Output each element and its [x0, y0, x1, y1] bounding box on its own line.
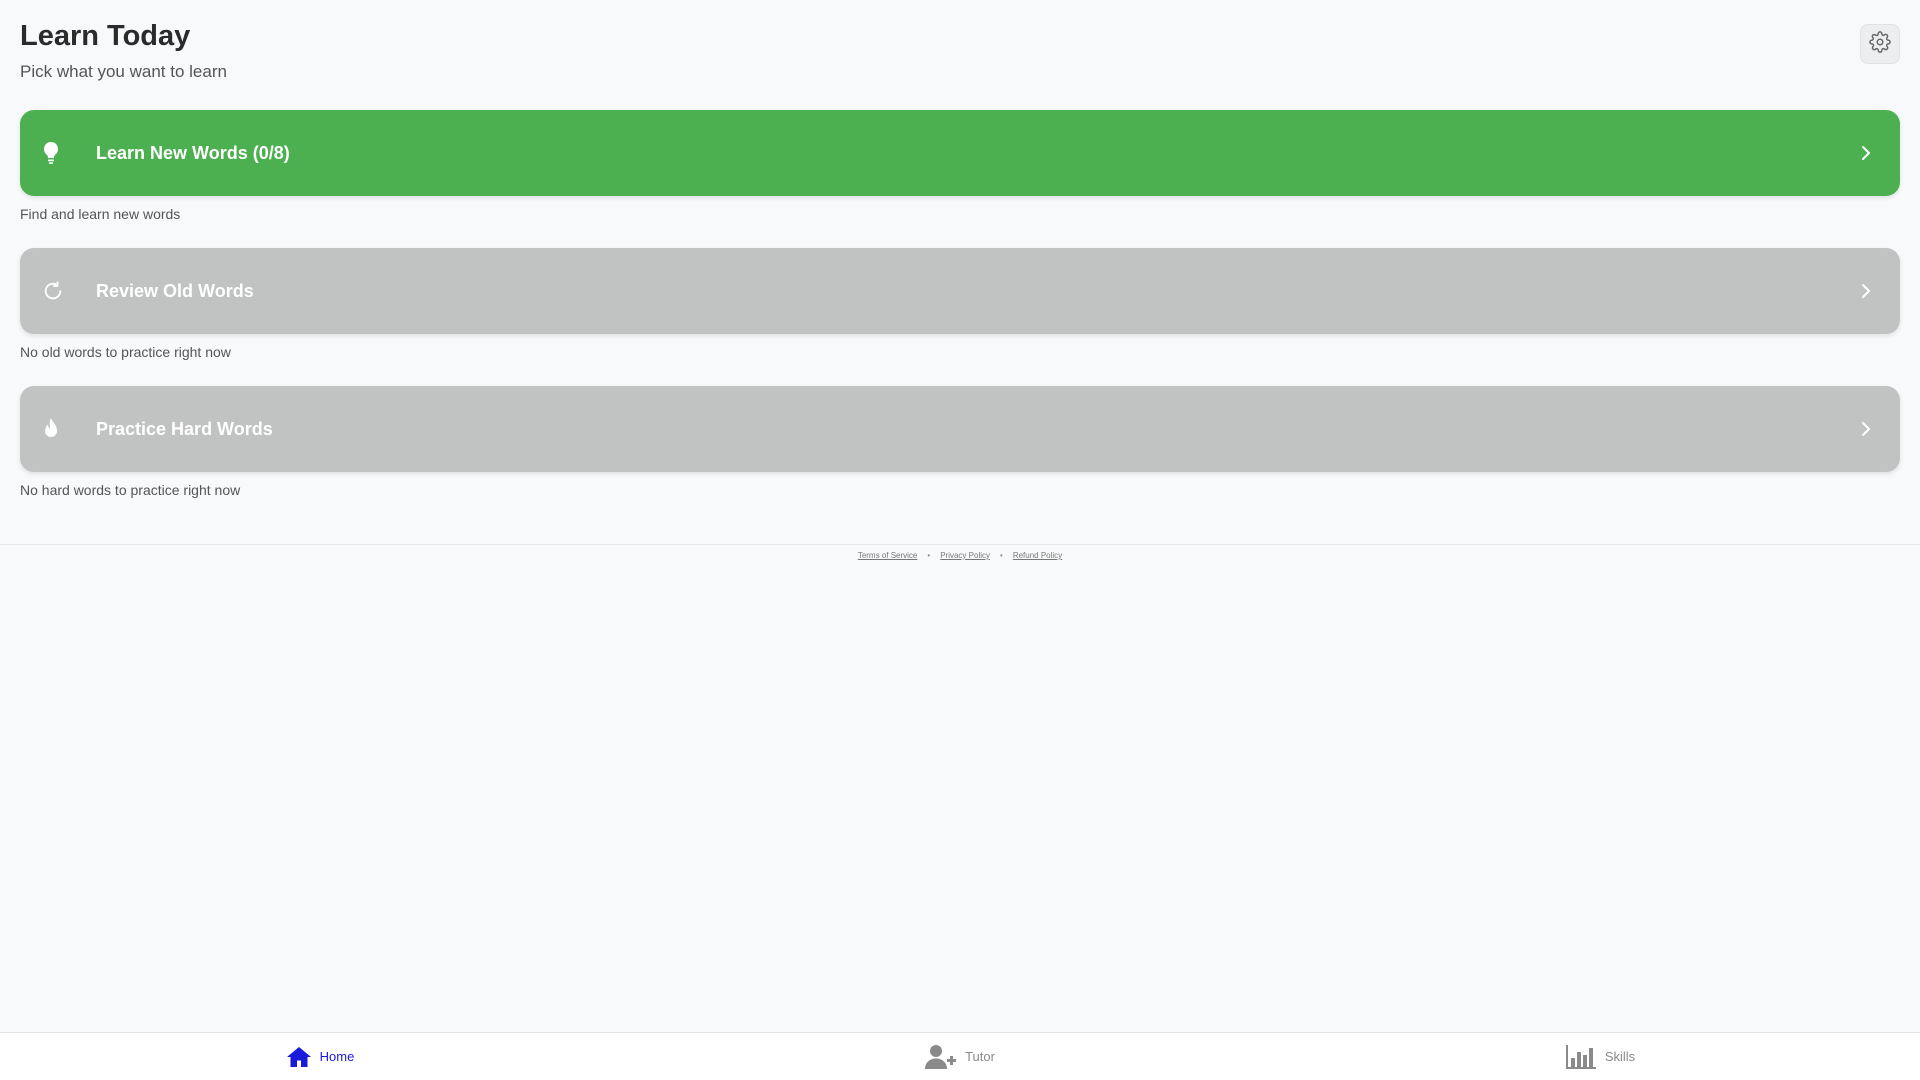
- flame-icon: [42, 417, 82, 441]
- footer-divider: [0, 544, 1920, 545]
- nav-skills[interactable]: Skills: [1280, 1033, 1920, 1080]
- bottom-nav: Home Tutor Skills: [0, 1032, 1920, 1080]
- refund-policy-link[interactable]: Refund Policy: [1013, 551, 1062, 560]
- refresh-icon: [42, 280, 82, 302]
- footer-links: Terms of Service • Privacy Policy • Refu…: [0, 551, 1920, 560]
- nav-label: Tutor: [965, 1049, 995, 1064]
- practice-hard-words-button[interactable]: Practice Hard Words: [20, 386, 1900, 472]
- nav-label: Home: [319, 1049, 355, 1064]
- gear-icon: [1869, 30, 1891, 58]
- home-icon: [286, 1046, 312, 1068]
- privacy-policy-link[interactable]: Privacy Policy: [940, 551, 990, 560]
- page-header: Learn Today Pick what you want to learn: [20, 18, 1900, 88]
- card-block-practice-hard: Practice Hard Words No hard words to pra…: [20, 386, 1900, 524]
- terms-of-service-link[interactable]: Terms of Service: [858, 551, 918, 560]
- card-label: Review Old Words: [96, 280, 254, 301]
- chevron-right-icon: [1854, 421, 1878, 437]
- nav-tutor[interactable]: Tutor: [640, 1033, 1280, 1080]
- user-plus-icon: [925, 1044, 957, 1070]
- learn-new-words-button[interactable]: Learn New Words (0/8): [20, 110, 1900, 196]
- card-label: Learn New Words (0/8): [96, 142, 290, 163]
- card-description: Find and learn new words: [20, 206, 181, 222]
- card-description: No hard words to practice right now: [20, 482, 241, 498]
- card-label: Practice Hard Words: [96, 418, 273, 439]
- chevron-right-icon: [1854, 145, 1878, 161]
- review-old-words-button[interactable]: Review Old Words: [20, 248, 1900, 334]
- bar-chart-icon: [1565, 1044, 1597, 1070]
- learn-today-page: Learn Today Pick what you want to learn: [0, 0, 1920, 1080]
- chevron-right-icon: [1854, 283, 1878, 299]
- lightbulb-icon: [42, 141, 82, 165]
- card-block-review-old: Review Old Words No old words to practic…: [20, 248, 1900, 386]
- card-description: No old words to practice right now: [20, 344, 231, 360]
- learning-options: Learn New Words (0/8) Find and learn new…: [20, 110, 1900, 524]
- settings-button[interactable]: [1860, 24, 1900, 64]
- card-block-learn-new: Learn New Words (0/8) Find and learn new…: [20, 110, 1900, 248]
- page-title: Learn Today: [20, 20, 191, 52]
- separator-dot: •: [1000, 551, 1003, 560]
- page-subtitle: Pick what you want to learn: [20, 62, 227, 81]
- nav-home[interactable]: Home: [0, 1033, 640, 1080]
- separator-dot: •: [927, 551, 931, 560]
- nav-label: Skills: [1604, 1049, 1636, 1064]
